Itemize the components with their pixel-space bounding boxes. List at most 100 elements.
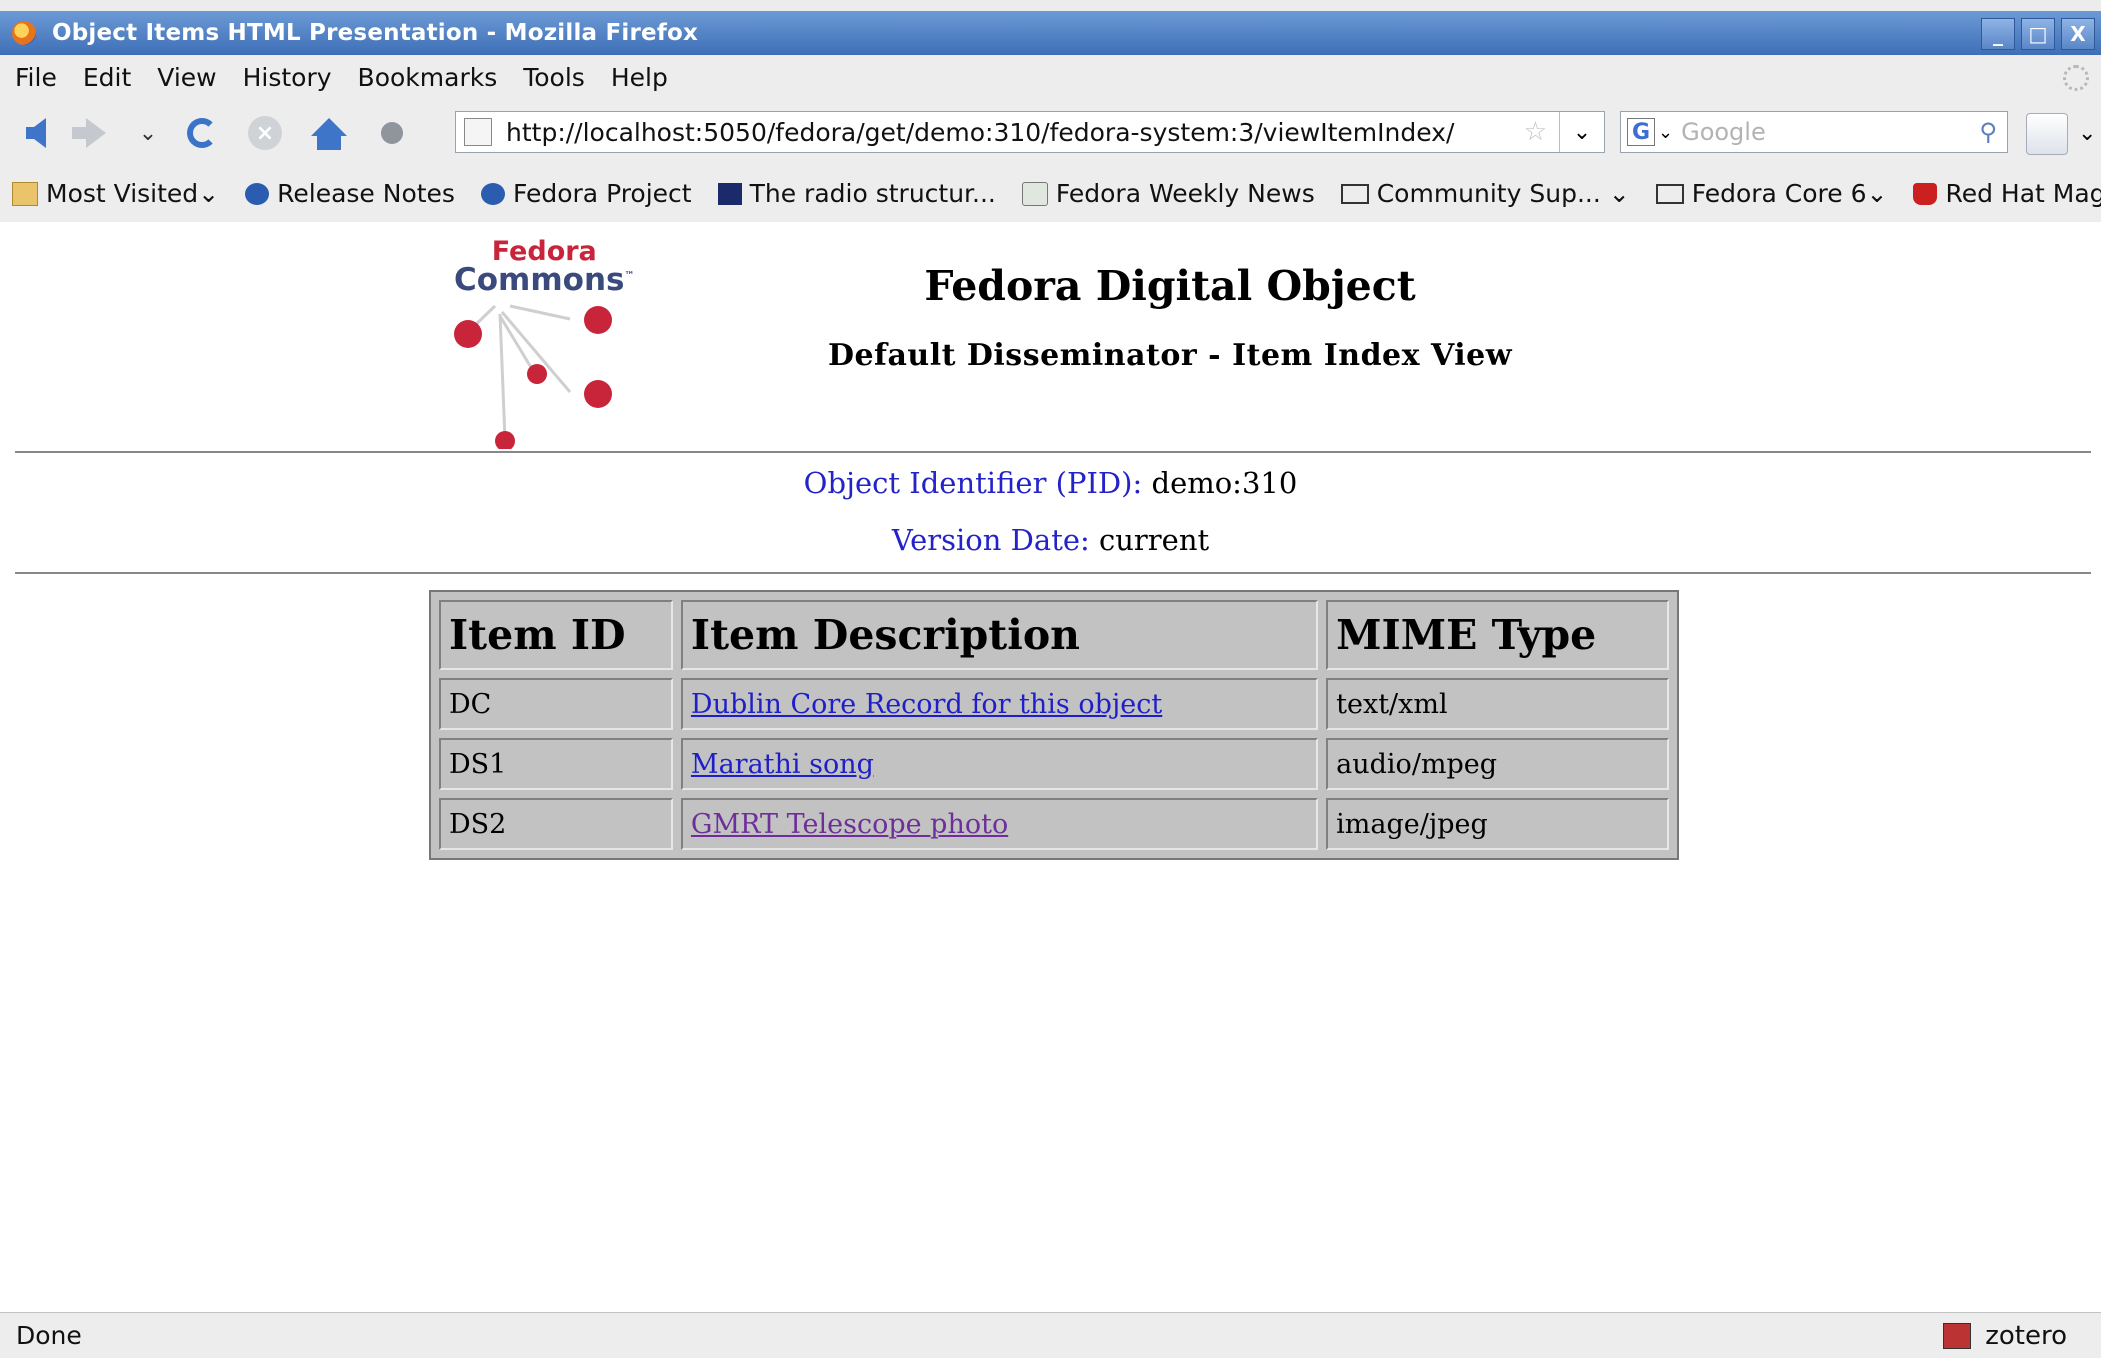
- notes-chevron-icon[interactable]: ⌄: [2078, 121, 2096, 146]
- forward-arrow-icon: [72, 118, 106, 148]
- column-header-item-description: Item Description: [680, 600, 1319, 670]
- item-description-cell: GMRT Telescope photo: [680, 798, 1319, 850]
- bookmark-fedora-project[interactable]: Fedora Project: [480, 179, 692, 208]
- reload-icon: [187, 118, 217, 148]
- browser-window: Object Items HTML Presentation - Mozilla…: [0, 0, 2101, 1358]
- divider-bottom: [15, 572, 2091, 574]
- zotero-button[interactable]: zotero: [1943, 1321, 2067, 1351]
- status-text: Done: [16, 1321, 82, 1350]
- close-button[interactable]: X: [2061, 18, 2095, 50]
- forward-button[interactable]: [72, 113, 116, 153]
- maximize-button[interactable]: □: [2021, 18, 2055, 50]
- status-bar: Done zotero: [0, 1312, 2101, 1358]
- bookmark-label: The radio structur...: [749, 179, 996, 208]
- page-content: Fedora Commons™ Fedora Digital Object De…: [0, 222, 2101, 1312]
- bookmark-label: Fedora Core 6: [1691, 179, 1867, 208]
- item-id-cell: DS1: [439, 738, 673, 790]
- pid-label: Object Identifier (PID):: [803, 466, 1143, 500]
- search-bar[interactable]: G ⌄ Google ⚲: [1620, 111, 2008, 153]
- mime-type-cell: image/jpeg: [1326, 798, 1669, 850]
- divider-top: [15, 451, 2091, 453]
- pid-value: demo:310: [1151, 466, 1298, 500]
- extension-button[interactable]: [372, 113, 412, 153]
- bookmark-most-visited[interactable]: Most Visited ⌄: [12, 179, 219, 208]
- title-bar: Object Items HTML Presentation - Mozilla…: [0, 11, 2101, 55]
- fedora-icon: [245, 182, 270, 205]
- search-input[interactable]: Google: [1681, 118, 1979, 146]
- stop-button[interactable]: ×: [245, 113, 285, 153]
- bookmark-label: Red Hat Magazine: [1945, 179, 2101, 208]
- chevron-down-icon: ⌄: [1608, 179, 1630, 208]
- logo-wordmark: Fedora Commons™: [454, 238, 634, 296]
- item-description-cell: Marathi song: [680, 738, 1319, 790]
- search-engine-chevron-icon[interactable]: ⌄: [1658, 122, 1673, 143]
- item-link-ds1[interactable]: Marathi song: [691, 749, 874, 780]
- ads-icon: [717, 182, 742, 205]
- mime-type-cell: audio/mpeg: [1326, 738, 1669, 790]
- item-link-dc[interactable]: Dublin Core Record for this object: [691, 689, 1162, 720]
- logo-line-2: Commons™: [454, 262, 635, 298]
- menu-file[interactable]: File: [15, 63, 57, 92]
- rss-icon: [1021, 181, 1048, 206]
- menu-tools[interactable]: Tools: [523, 63, 585, 92]
- history-dropdown-button[interactable]: ⌄: [128, 113, 168, 153]
- bookmark-red-hat-magazine[interactable]: Red Hat Magazine: [1913, 179, 2101, 208]
- menu-bookmarks[interactable]: Bookmarks: [358, 63, 498, 92]
- item-id-cell: DC: [439, 678, 673, 730]
- bookmark-star-icon[interactable]: ☆: [1524, 117, 1547, 147]
- home-button[interactable]: [309, 113, 349, 153]
- bookmark-community-support[interactable]: Community Sup... ⌄: [1340, 179, 1630, 208]
- page-title: Fedora Digital Object: [924, 262, 1416, 310]
- table-row: DS2 GMRT Telescope photo image/jpeg: [439, 798, 1669, 850]
- mime-type-cell: text/xml: [1326, 678, 1669, 730]
- stop-icon: ×: [248, 116, 282, 150]
- bookmark-label: Release Notes: [277, 179, 455, 208]
- version-line: Version Date: current: [0, 523, 2101, 557]
- version-label: Version Date:: [891, 523, 1090, 557]
- zotero-icon: [1943, 1323, 1972, 1349]
- menu-view[interactable]: View: [157, 63, 216, 92]
- bookmark-release-notes[interactable]: Release Notes: [245, 179, 455, 208]
- pid-line: Object Identifier (PID): demo:310: [0, 466, 2101, 500]
- item-link-ds2[interactable]: GMRT Telescope photo: [691, 809, 1008, 840]
- zotero-label: zotero: [1985, 1321, 2067, 1351]
- activity-throbber-icon: [2063, 65, 2089, 91]
- address-url[interactable]: http://localhost:5050/fedora/get/demo:31…: [506, 118, 1524, 147]
- firefox-icon: [12, 21, 36, 45]
- address-bar[interactable]: http://localhost:5050/fedora/get/demo:31…: [455, 111, 1605, 153]
- address-dropdown-button[interactable]: ⌄: [1559, 112, 1604, 152]
- bookmark-radio-structure[interactable]: The radio structur...: [717, 179, 996, 208]
- search-engine-icon[interactable]: G: [1627, 118, 1655, 146]
- window-title: Object Items HTML Presentation - Mozilla…: [52, 20, 699, 46]
- back-button[interactable]: [16, 113, 56, 153]
- table-row: DS1 Marathi song audio/mpeg: [439, 738, 1669, 790]
- logo-line-1: Fedora: [491, 236, 597, 267]
- bookmarks-toolbar: Most Visited ⌄ Release Notes Fedora Proje…: [0, 165, 2101, 223]
- folder-icon: [12, 181, 38, 206]
- item-id-cell: DS2: [439, 798, 673, 850]
- bookmark-fedora-weekly-news[interactable]: Fedora Weekly News: [1021, 179, 1315, 208]
- window-controls: _ □ X: [1981, 18, 2095, 50]
- chevron-down-icon: ⌄: [138, 120, 158, 146]
- table-row: DC Dublin Core Record for this object te…: [439, 678, 1669, 730]
- notes-button[interactable]: [2026, 113, 2068, 155]
- table-header-row: Item ID Item Description MIME Type: [439, 600, 1669, 670]
- menu-help[interactable]: Help: [611, 63, 668, 92]
- bookmark-label: Fedora Weekly News: [1055, 179, 1315, 208]
- search-icon[interactable]: ⚲: [1979, 118, 1997, 146]
- reload-button[interactable]: [182, 113, 222, 153]
- folder-open-icon: [1340, 183, 1369, 204]
- menu-edit[interactable]: Edit: [83, 63, 131, 92]
- home-icon: [311, 118, 347, 150]
- site-icon: [464, 118, 492, 146]
- item-index-table: Item ID Item Description MIME Type DC Du…: [429, 590, 1679, 860]
- menu-history[interactable]: History: [243, 63, 332, 92]
- bookmark-fedora-core-6[interactable]: Fedora Core 6 ⌄: [1655, 179, 1887, 208]
- column-header-item-id: Item ID: [439, 600, 673, 670]
- navigation-toolbar: ⌄ × http://localhost:5050/fedora/get/dem…: [0, 99, 2101, 165]
- minimize-button[interactable]: _: [1981, 18, 2015, 50]
- bookmark-label: Most Visited: [46, 179, 199, 208]
- item-description-cell: Dublin Core Record for this object: [680, 678, 1319, 730]
- column-header-mime-type: MIME Type: [1326, 600, 1669, 670]
- page-subtitle: Default Disseminator - Item Index View: [827, 338, 1513, 373]
